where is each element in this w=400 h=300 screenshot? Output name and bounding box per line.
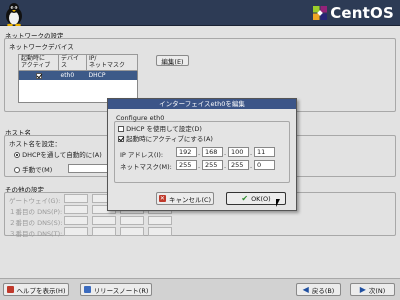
netmask-octet-1[interactable]: 255 [176, 160, 197, 170]
column-active[interactable]: 起動時に アクティブ [18, 54, 59, 71]
devices-title: ネットワークデバイス [9, 43, 74, 51]
release-notes-button[interactable]: リリースノート(R) [80, 283, 152, 296]
edit-interface-dialog: インターフェイスeth0を編集 Configure eth0 DHCP を使用し… [107, 98, 297, 211]
next-arrow-icon: ▶ [359, 285, 366, 294]
dns2-octet-field[interactable] [64, 216, 88, 225]
ip-octet-2[interactable]: 168 [202, 147, 223, 157]
dns3-octet-field[interactable] [92, 227, 116, 236]
dhcp-option[interactable]: DHCP を使用して設定(D) [118, 123, 202, 133]
ip-dot: . [250, 149, 253, 157]
top-banner: CentOS [0, 0, 400, 26]
dns3-label: ３番目の DNS(T): [9, 230, 63, 238]
dns3-octet-field[interactable] [64, 227, 88, 236]
netmask-octet-4[interactable]: 0 [254, 160, 275, 170]
dns2-label: ２番目の DNS(S): [9, 219, 63, 227]
dns2-octet-field[interactable] [148, 216, 172, 225]
table-row[interactable]: eth0 DHCP [18, 70, 138, 80]
netmask-octet-2[interactable]: 255 [202, 160, 223, 170]
ip-dot: . [198, 149, 201, 157]
netmask-dot: . [224, 162, 227, 170]
tux-penguin-icon [6, 3, 22, 26]
configure-section-label: Configure eth0 [116, 114, 165, 122]
gateway-label: ゲートウェイ(G): [9, 197, 61, 205]
centos-logo: CentOS [313, 4, 394, 22]
hostname-setting-label: ホスト名を設定： [9, 140, 61, 148]
row-ip-cell: DHCP [86, 70, 138, 80]
device-table: 起動時に アクティブ デバイス IP/ ネットマスク eth0 DHCP [18, 54, 138, 103]
ip-octet-4[interactable]: 11 [254, 147, 275, 157]
netmask-dot: . [250, 162, 253, 170]
edit-button[interactable]: 編集(E) [156, 55, 189, 66]
row-active-cell[interactable] [18, 70, 59, 80]
ip-label: IP アドレス(I): [120, 151, 164, 159]
centos-emblem-icon [313, 6, 328, 20]
dns3-octet-field[interactable] [148, 227, 172, 236]
manual-hostname-radio[interactable] [14, 167, 20, 173]
manual-hostname-option[interactable]: 手動で(M) [14, 164, 52, 174]
activate-on-boot-checkbox[interactable] [118, 136, 124, 142]
row-device-cell: eth0 [58, 70, 87, 80]
release-notes-icon [83, 286, 91, 293]
dns3-octet-field[interactable] [120, 227, 144, 236]
dhcp-hostname-option[interactable]: DHCPを通して自動的に(A) [14, 149, 102, 159]
netmask-label: ネットマスク(M): [120, 163, 172, 171]
column-ip[interactable]: IP/ ネットマスク [86, 54, 138, 71]
dhcp-hostname-radio[interactable] [14, 152, 20, 158]
ip-octet-3[interactable]: 100 [228, 147, 249, 157]
netmask-dot: . [198, 162, 201, 170]
help-button[interactable]: ヘルプを表示(H) [3, 283, 69, 296]
check-icon: ✔ [241, 194, 249, 203]
back-arrow-icon: ◀ [302, 285, 309, 294]
dns1-octet-field[interactable] [64, 205, 88, 214]
dns2-octet-field[interactable] [92, 216, 116, 225]
dialog-title: インターフェイスeth0を編集 [108, 99, 296, 109]
column-device[interactable]: デバイス [58, 54, 87, 71]
ip-octet-1[interactable]: 192 [176, 147, 197, 157]
back-button[interactable]: ◀ 戻る(B) [296, 283, 341, 296]
dns2-octet-field[interactable] [120, 216, 144, 225]
dns1-label: １番目の DNS(P): [9, 208, 63, 216]
cancel-button[interactable]: ✕ キャンセル(C) [156, 192, 214, 205]
gateway-octet-field[interactable] [64, 194, 88, 203]
dhcp-checkbox[interactable] [118, 126, 124, 132]
help-icon [6, 286, 14, 293]
ip-dot: . [224, 149, 227, 157]
hostname-input[interactable] [68, 164, 108, 173]
netmask-octet-3[interactable]: 255 [228, 160, 249, 170]
brand-name: CentOS [330, 4, 394, 22]
active-checkbox[interactable] [35, 72, 42, 79]
mouse-cursor-icon [276, 199, 280, 207]
activate-on-boot-option[interactable]: 起動時にアクティブにする(A) [118, 133, 213, 143]
cancel-icon: ✕ [158, 195, 166, 202]
table-header-row: 起動時に アクティブ デバイス IP/ ネットマスク [18, 54, 138, 71]
next-button[interactable]: ▶ 次(N) [350, 283, 395, 296]
